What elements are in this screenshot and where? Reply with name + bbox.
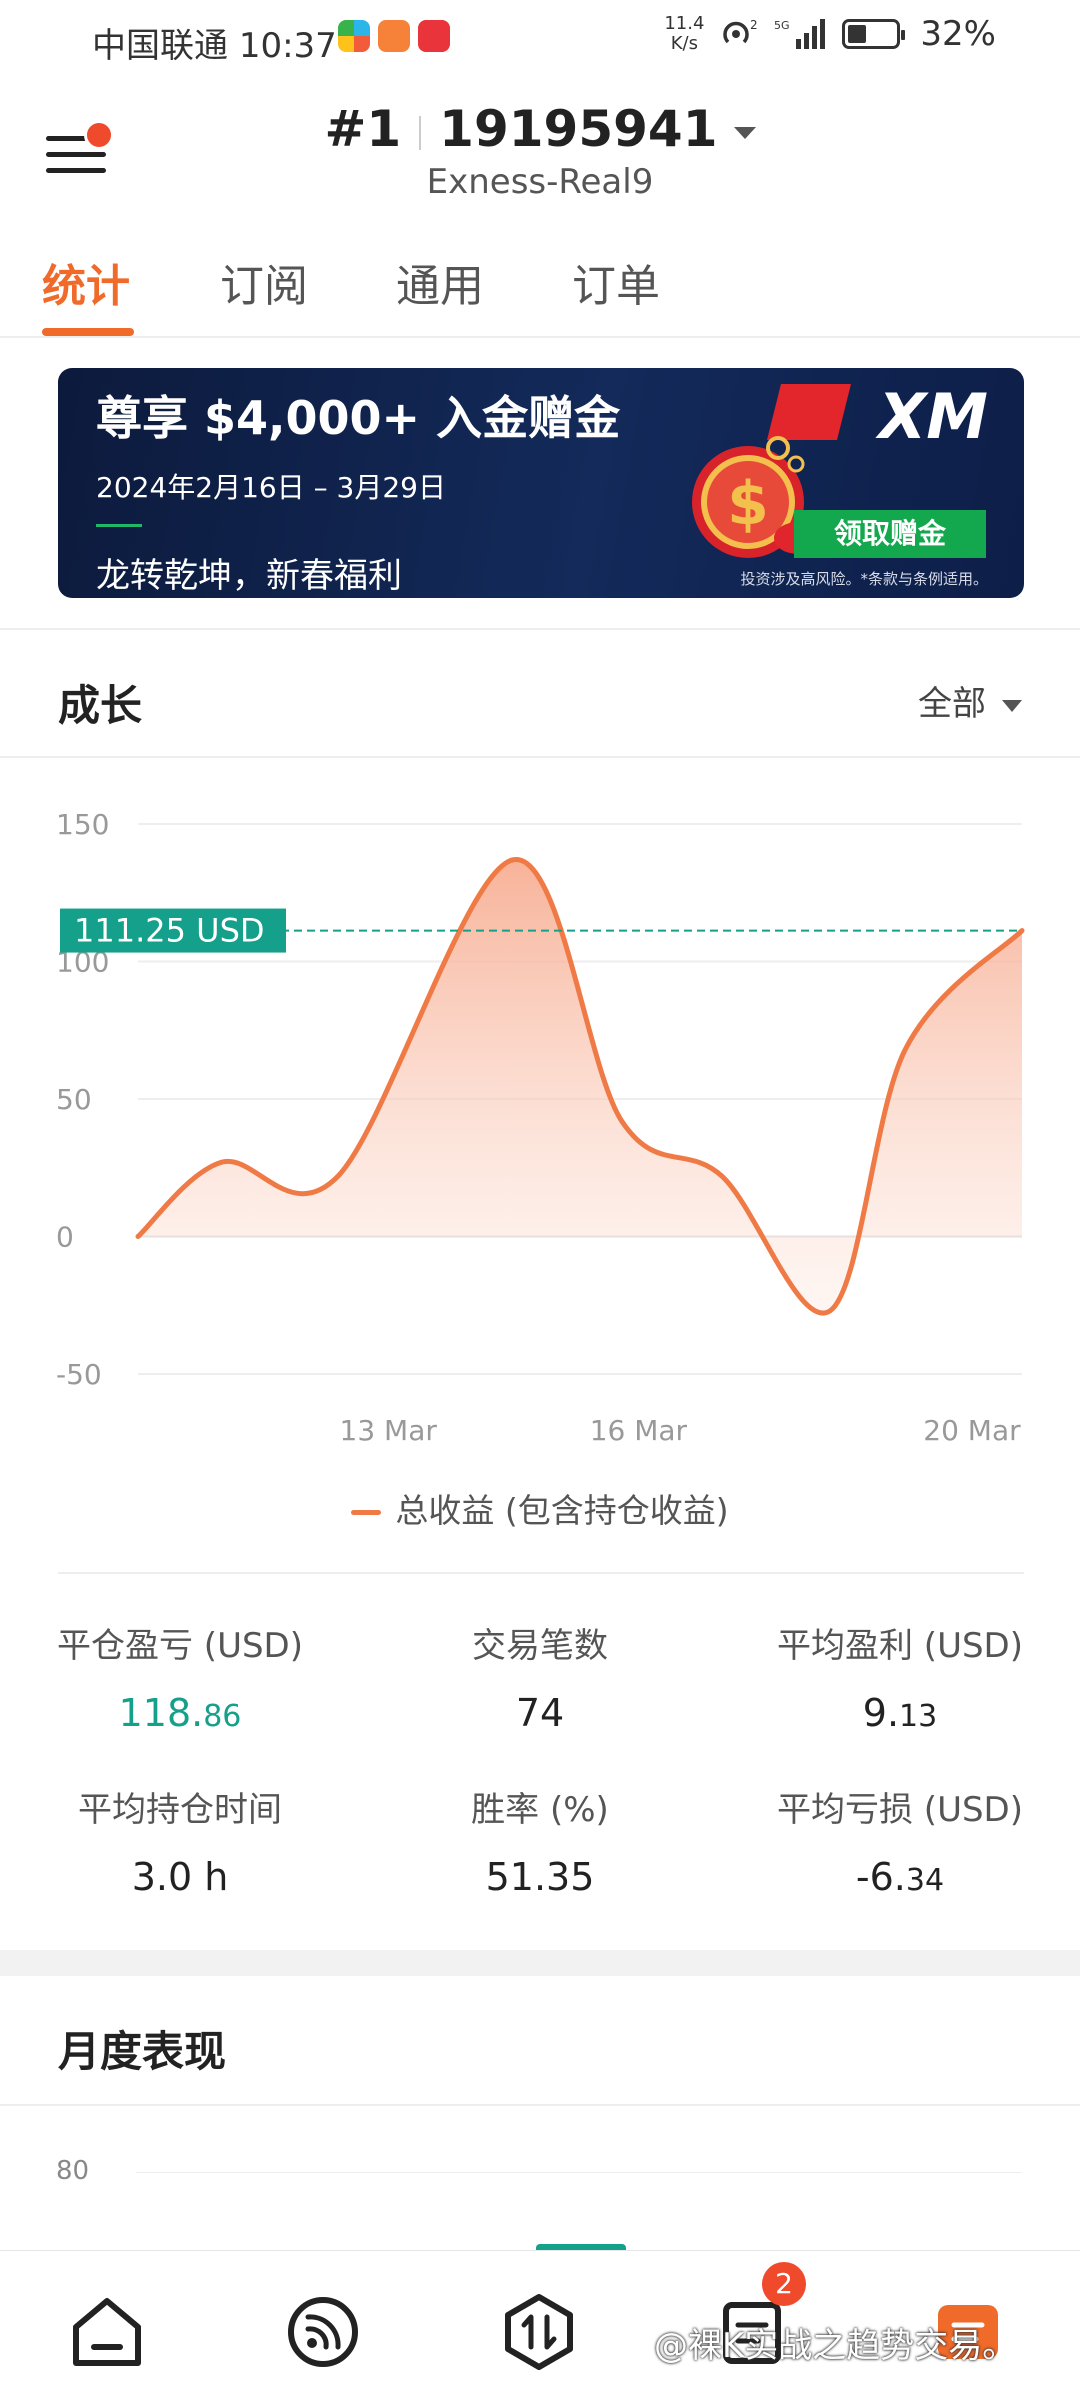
promo-banner[interactable]: 尊享 $4,000+ 入金赠金 2024年2月16日 – 3月29日 龙转乾坤，… — [58, 368, 1024, 598]
current-value-label: 111.25 USD — [74, 912, 265, 950]
account-header: #1 19195941 Exness-Real9 — [0, 80, 1080, 220]
stat-win-rate: 胜率 (%) 51.35 — [360, 1782, 720, 1899]
message-app-icon — [418, 20, 450, 52]
stat-value: -6.34 — [720, 1855, 1080, 1899]
stat-value: 51.35 — [485, 1855, 595, 1899]
stat-label: 平均亏损 (USD) — [777, 1790, 1023, 1830]
signal-icon: 5G — [774, 19, 826, 49]
tab-orders[interactable]: 订单 — [572, 250, 660, 314]
stat-label: 胜率 (%) — [471, 1790, 609, 1830]
svg-text:$: $ — [727, 469, 769, 539]
stat-label: 平均持仓时间 — [78, 1790, 282, 1830]
svg-text:5G: 5G — [774, 19, 790, 32]
stat-value-main: 118. — [118, 1691, 204, 1735]
stat-value: 74 — [515, 1691, 565, 1735]
section-separator — [0, 1950, 1080, 1976]
stat-value-decimals: 13 — [899, 1699, 938, 1734]
hotspot-icon: 2 — [723, 18, 758, 44]
nav-trade[interactable] — [494, 2287, 584, 2377]
stat-value-decimals: 34 — [905, 1863, 945, 1898]
range-selector-label: 全部 — [918, 684, 986, 724]
stat-value-main: 9. — [862, 1691, 900, 1735]
stat-label: 交易笔数 — [472, 1626, 608, 1666]
stat-avg-loss: 平均亏损 (USD) -6.34 — [720, 1782, 1080, 1899]
svg-text:2: 2 — [750, 18, 758, 32]
banner-dates: 2024年2月16日 – 3月29日 — [96, 471, 446, 504]
banner-slogan: 龙转乾坤，新春福利 — [96, 556, 402, 596]
stat-avg-hold: 平均持仓时间 3.0 h — [0, 1782, 360, 1899]
status-bar: 中国联通 10:37 11.4 K/s 2 5G 32% — [0, 0, 1080, 80]
divider — [0, 628, 1080, 630]
stat-value: 118.86 — [0, 1691, 360, 1735]
orders-badge: 2 — [762, 2262, 806, 2306]
x-tick-label: 20 Mar — [923, 1414, 1021, 1447]
legend-label: 总收益 (包含持仓收益) — [395, 1491, 729, 1530]
y-tick-label: -50 — [56, 1358, 102, 1391]
watermark: @裸K实战之趋势交易。 — [654, 2326, 1017, 2366]
tab-subscribe[interactable]: 订阅 — [220, 250, 308, 314]
banner-headline: 尊享 $4,000+ 入金赠金 — [96, 391, 621, 445]
chevron-down-icon — [1002, 699, 1022, 712]
monthly-y-tick: 80 — [56, 2156, 90, 2186]
y-tick-label: 0 — [56, 1221, 74, 1254]
x-axis: 13 Mar 16 Mar 20 Mar — [340, 1414, 1022, 1447]
monthly-title: 月度表现 — [58, 2027, 227, 2076]
x-tick-label: 16 Mar — [590, 1414, 688, 1447]
account-server: Exness-Real9 — [426, 162, 654, 202]
stat-label: 平均盈利 (USD) — [777, 1626, 1023, 1666]
carrier-name: 中国联通 — [92, 26, 228, 66]
account-number: 19195941 — [439, 100, 718, 158]
y-axis: 150100500-50 — [56, 808, 109, 1391]
divider — [0, 2104, 1080, 2106]
banner-accent-line — [96, 524, 142, 527]
tab-bar: 统计 订阅 通用 订单 — [0, 220, 1080, 338]
active-tab-indicator — [42, 328, 134, 336]
nav-home[interactable] — [62, 2287, 152, 2377]
net-speed-unit: K/s — [670, 33, 698, 54]
chart-legend: 总收益 (包含持仓收益) — [0, 1484, 1080, 1532]
divider — [58, 1572, 1024, 1574]
app-notification-icon — [338, 20, 370, 52]
video-app-icon — [378, 20, 410, 52]
notification-icons — [338, 20, 450, 52]
stat-label: 平仓盈亏 (USD) — [57, 1626, 303, 1666]
trade-icon — [505, 2294, 573, 2370]
x-tick-label: 13 Mar — [340, 1414, 438, 1447]
stat-value: 3.0 h — [131, 1855, 229, 1899]
claim-bonus-button[interactable]: 领取赠金 — [794, 510, 986, 558]
clock: 10:37 — [238, 26, 337, 66]
monthly-grid-line — [136, 2172, 1022, 2173]
nav-feed[interactable] — [278, 2287, 368, 2377]
chevron-down-icon — [733, 126, 756, 139]
net-speed: 11.4 K/s — [664, 14, 704, 54]
tab-statistics[interactable]: 统计 — [42, 250, 130, 314]
legend-swatch — [351, 1510, 382, 1515]
divider — [0, 756, 1080, 758]
account-rank: #1 — [324, 100, 402, 158]
home-icon — [73, 2298, 141, 2366]
y-tick-label: 50 — [56, 1083, 92, 1116]
stat-value-decimals: 86 — [203, 1699, 242, 1734]
feed-icon — [288, 2297, 358, 2367]
stat-trades: 交易笔数 74 — [360, 1618, 720, 1735]
growth-title: 成长 — [58, 681, 143, 730]
stat-value: 9.13 — [720, 1691, 1080, 1735]
status-carrier-time: 中国联通 10:37 — [92, 18, 337, 67]
battery-level: 32% — [920, 14, 996, 54]
y-tick-label: 150 — [56, 808, 109, 841]
growth-chart: 150100500-50 13 Mar 16 Mar 20 Mar 111.25 U… — [56, 808, 1025, 1447]
brand-logo: XM — [878, 380, 989, 453]
stat-value-main: -6. — [855, 1855, 906, 1899]
stat-avg-profit: 平均盈利 (USD) 9.13 — [720, 1618, 1080, 1735]
range-selector[interactable]: 全部 — [918, 676, 1022, 725]
separator — [419, 115, 422, 150]
tab-general[interactable]: 通用 — [396, 250, 484, 314]
status-right: 11.4 K/s 2 5G 32% — [664, 14, 996, 55]
banner-disclaimer: 投资涉及高风险。*条款与条例适用。 — [740, 570, 988, 588]
account-selector[interactable]: #1 19195941 — [0, 100, 1080, 158]
net-speed-value: 11.4 — [664, 13, 705, 34]
stat-closed-pl: 平仓盈亏 (USD) 118.86 — [0, 1618, 360, 1735]
battery-icon — [842, 19, 906, 49]
